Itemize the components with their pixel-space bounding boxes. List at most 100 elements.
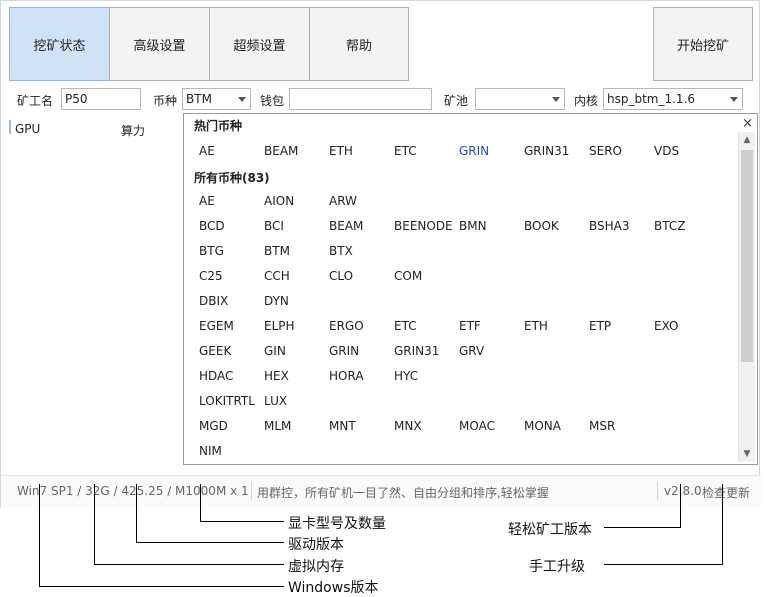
gpu-list-header: GPU 算力 — [9, 116, 184, 138]
coin-option[interactable]: ETF — [459, 319, 481, 333]
tab-advanced-settings[interactable]: 高级设置 — [109, 7, 210, 81]
hot-coin-option[interactable]: GRIN31 — [524, 144, 569, 158]
coin-option[interactable]: HEX — [264, 369, 289, 383]
coin-option[interactable]: AION — [264, 194, 294, 208]
coin-option[interactable]: MNX — [394, 419, 422, 433]
callout-line — [39, 484, 40, 586]
coin-option[interactable]: BTG — [199, 244, 224, 258]
coin-option[interactable]: BTCZ — [654, 219, 685, 233]
coin-option[interactable]: LUX — [264, 394, 287, 408]
coin-option[interactable]: ARW — [329, 194, 357, 208]
callout-line — [604, 527, 681, 528]
coin-option[interactable]: C25 — [199, 269, 223, 283]
coin-option[interactable]: HORA — [329, 369, 364, 383]
coin-option[interactable]: COM — [394, 269, 422, 283]
callout-line — [200, 521, 284, 522]
callout-line — [39, 586, 284, 587]
hot-coin-option[interactable]: ETH — [329, 144, 353, 158]
coin-option[interactable]: MSR — [589, 419, 615, 433]
scroll-down-icon[interactable]: ▼ — [739, 446, 755, 462]
coin-select[interactable]: BTM — [182, 88, 251, 110]
tab-label: 挖矿状态 — [33, 38, 86, 54]
coin-option[interactable]: MNT — [329, 419, 356, 433]
coin-option[interactable]: ERGO — [329, 319, 364, 333]
callout-line — [604, 564, 723, 565]
coin-option[interactable]: AE — [199, 194, 215, 208]
coin-option[interactable]: BEENODE — [394, 219, 453, 233]
callout-line — [94, 484, 95, 564]
coin-option[interactable]: BMN — [459, 219, 487, 233]
callout-line — [680, 484, 681, 527]
coin-option[interactable]: ELPH — [264, 319, 295, 333]
system-info-text: Win7 SP1 / 32G / 425.25 / M1000M x 1 — [17, 484, 249, 498]
annotation-miner-version: 轻松矿工版本 — [508, 522, 592, 538]
start-mining-button[interactable]: 开始挖矿 — [653, 7, 753, 81]
tab-label: 帮助 — [345, 38, 372, 54]
coin-option[interactable]: BSHA3 — [589, 219, 630, 233]
coin-option[interactable]: BOOK — [524, 219, 559, 233]
status-bar: Win7 SP1 / 32G / 425.25 / M1000M x 1 用群控… — [1, 475, 761, 508]
coin-option[interactable]: DYN — [264, 294, 289, 308]
coin-option[interactable]: CLO — [329, 269, 353, 283]
hot-coin-option[interactable]: ETC — [394, 144, 417, 158]
hot-coin-option[interactable]: AE — [199, 144, 215, 158]
version-text: v2.8.0 — [664, 484, 702, 498]
dropdown-scrollbar[interactable]: ▲ ▼ — [738, 132, 755, 462]
hot-coin-option[interactable]: VDS — [654, 144, 679, 158]
coin-option[interactable]: BTM — [264, 244, 290, 258]
coin-option[interactable]: ETC — [394, 319, 417, 333]
wallet-label: 钱包 — [260, 94, 285, 108]
coin-option[interactable]: MOAC — [459, 419, 495, 433]
coin-option[interactable]: LOKITRTL — [199, 394, 255, 408]
tab-mining-status[interactable]: 挖矿状态 — [9, 7, 110, 81]
hot-coin-option[interactable]: BEAM — [264, 144, 298, 158]
coin-option[interactable]: EXO — [654, 319, 678, 333]
coin-option[interactable]: GEEK — [199, 344, 231, 358]
coin-option[interactable]: BCD — [199, 219, 225, 233]
coin-option[interactable]: ETH — [524, 319, 548, 333]
hot-coin-option[interactable]: GRIN — [459, 144, 489, 158]
coin-option[interactable]: GRIN31 — [394, 344, 439, 358]
coin-option[interactable]: CCH — [264, 269, 290, 283]
coin-option[interactable]: MGD — [199, 419, 228, 433]
coin-option[interactable]: MLM — [264, 419, 291, 433]
pool-select[interactable] — [475, 88, 565, 110]
chevron-down-icon — [552, 97, 560, 102]
coin-option[interactable]: DBIX — [199, 294, 228, 308]
annotation-driver: 驱动版本 — [288, 537, 344, 553]
pool-label: 矿池 — [444, 94, 469, 108]
scroll-up-icon[interactable]: ▲ — [739, 132, 755, 148]
scroll-thumb[interactable] — [741, 150, 753, 362]
worker-label: 矿工名 — [17, 94, 54, 108]
coin-option[interactable]: GIN — [264, 344, 286, 358]
coin-dropdown-panel: × 热门币种 AE BEAM ETH ETC GRIN GRIN31 SERO VDS 所有币… — [183, 113, 758, 465]
coin-option[interactable]: BCI — [264, 219, 284, 233]
coin-option[interactable]: HDAC — [199, 369, 233, 383]
annotation-windows-version: Windows版本 — [288, 580, 379, 596]
check-update-link[interactable]: 检查更新 — [702, 484, 750, 501]
wallet-input[interactable] — [289, 88, 432, 110]
coin-option[interactable]: NIM — [199, 444, 222, 458]
tab-label: 超频设置 — [233, 38, 286, 54]
hot-coin-option[interactable]: SERO — [589, 144, 622, 158]
divider — [251, 482, 252, 500]
coin-option[interactable]: HYC — [394, 369, 418, 383]
gpu-column-header: GPU — [15, 122, 41, 136]
promo-text[interactable]: 用群控，所有矿机一目了然、自由分组和排序,轻松掌握 — [257, 484, 549, 501]
coin-option[interactable]: GRIN — [329, 344, 359, 358]
close-icon[interactable]: × — [742, 116, 753, 131]
coin-option[interactable]: BTX — [329, 244, 353, 258]
worker-name-input[interactable]: P50 — [61, 88, 141, 110]
tab-help[interactable]: 帮助 — [309, 7, 409, 81]
coin-option[interactable]: BEAM — [329, 219, 363, 233]
coin-option[interactable]: MONA — [524, 419, 561, 433]
coin-option[interactable]: ETP — [589, 319, 611, 333]
annotation-manual-upgrade: 手工升级 — [529, 559, 585, 575]
tab-overclock-settings[interactable]: 超频设置 — [209, 7, 310, 81]
start-mining-label: 开始挖矿 — [676, 38, 729, 54]
divider — [657, 482, 658, 500]
coin-option[interactable]: EGEM — [199, 319, 234, 333]
coin-option[interactable]: GRV — [459, 344, 484, 358]
kernel-select[interactable]: hsp_btm_1.1.6 — [603, 88, 743, 110]
callout-line — [200, 484, 201, 521]
